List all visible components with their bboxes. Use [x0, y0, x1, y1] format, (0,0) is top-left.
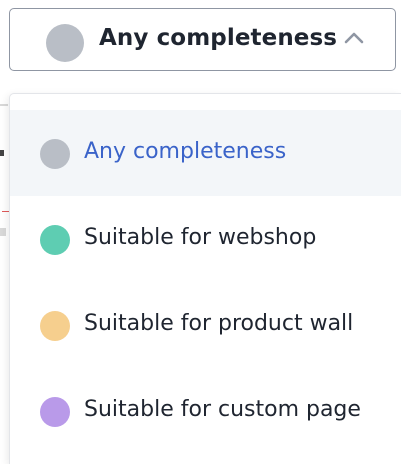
option-suitable-for-webshop[interactable]: Suitable for webshop	[10, 196, 401, 282]
option-label: Any completeness	[84, 139, 287, 164]
status-dot-icon	[40, 139, 70, 169]
status-dot-icon	[40, 311, 70, 341]
background-fragment	[0, 228, 6, 236]
option-suitable-for-product-wall[interactable]: Suitable for product wall	[10, 282, 401, 368]
completeness-select[interactable]: Any completeness	[9, 8, 396, 71]
background-fragment	[0, 150, 4, 156]
status-dot-icon	[46, 24, 84, 62]
completeness-select-value: Any completeness	[99, 25, 338, 51]
background-fragment	[0, 104, 8, 106]
option-label: Suitable for custom page	[84, 397, 361, 422]
completeness-filter: Any completeness Any completeness Suitab…	[0, 0, 401, 464]
option-any-completeness[interactable]: Any completeness	[10, 110, 401, 196]
completeness-dropdown-menu: Any completeness Suitable for webshop Su…	[9, 93, 401, 464]
status-dot-icon	[40, 397, 70, 427]
option-suitable-for-custom-page[interactable]: Suitable for custom page	[10, 368, 401, 454]
status-dot-icon	[40, 225, 70, 255]
chevron-up-icon[interactable]	[343, 31, 365, 45]
option-label: Suitable for webshop	[84, 225, 317, 250]
option-label: Suitable for product wall	[84, 311, 354, 336]
